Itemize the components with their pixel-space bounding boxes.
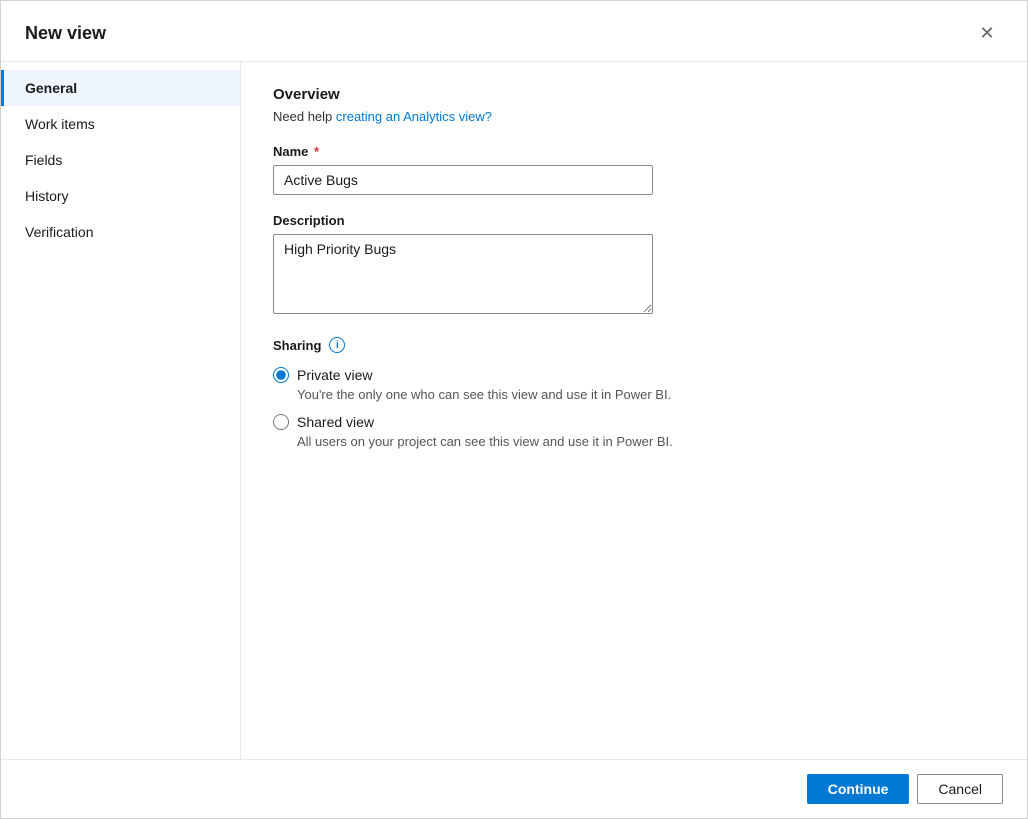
- cancel-button[interactable]: Cancel: [917, 774, 1003, 804]
- continue-button[interactable]: Continue: [807, 774, 910, 804]
- dialog: New view ✕ General Work items Fields His…: [0, 0, 1028, 819]
- dialog-header: New view ✕: [1, 1, 1027, 62]
- dialog-title: New view: [25, 23, 106, 44]
- sidebar-item-fields[interactable]: Fields: [1, 142, 240, 178]
- radio-private[interactable]: [273, 367, 289, 383]
- radio-label-shared[interactable]: Shared view: [297, 414, 374, 430]
- name-label: Name *: [273, 144, 995, 159]
- required-star: *: [310, 144, 319, 159]
- sidebar-item-verification[interactable]: Verification: [1, 214, 240, 250]
- radio-option-private: Private view You're the only one who can…: [273, 367, 995, 402]
- radio-option-shared: Shared view All users on your project ca…: [273, 414, 995, 449]
- overview-title: Overview: [273, 86, 995, 103]
- sharing-section: Sharing i Private view You're the only o…: [273, 337, 995, 449]
- help-link[interactable]: creating an Analytics view?: [336, 109, 492, 124]
- dialog-footer: Continue Cancel: [1, 759, 1027, 818]
- name-input[interactable]: [273, 165, 653, 195]
- sidebar-item-label: History: [25, 188, 69, 204]
- sidebar-item-work-items[interactable]: Work items: [1, 106, 240, 142]
- sidebar-item-label: Fields: [25, 152, 62, 168]
- description-label: Description: [273, 213, 995, 228]
- help-text-prefix: Need help: [273, 109, 336, 124]
- sharing-label-row: Sharing i: [273, 337, 995, 353]
- name-field-group: Name *: [273, 144, 995, 195]
- sidebar-item-general[interactable]: General: [1, 70, 240, 106]
- description-input[interactable]: High Priority Bugs: [273, 234, 653, 314]
- help-text: Need help creating an Analytics view?: [273, 109, 995, 124]
- radio-row-private: Private view: [273, 367, 995, 383]
- sidebar-item-label: General: [25, 80, 77, 96]
- close-button[interactable]: ✕: [971, 17, 1003, 49]
- main-content: Overview Need help creating an Analytics…: [241, 62, 1027, 759]
- close-icon: ✕: [979, 23, 994, 44]
- sidebar-item-history[interactable]: History: [1, 178, 240, 214]
- sidebar-item-label: Verification: [25, 224, 93, 240]
- radio-shared[interactable]: [273, 414, 289, 430]
- sidebar-item-label: Work items: [25, 116, 95, 132]
- description-field-group: Description High Priority Bugs: [273, 213, 995, 319]
- radio-row-shared: Shared view: [273, 414, 995, 430]
- info-icon[interactable]: i: [329, 337, 345, 353]
- radio-description-private: You're the only one who can see this vie…: [297, 387, 995, 402]
- sharing-label: Sharing: [273, 338, 321, 353]
- sidebar: General Work items Fields History Verifi…: [1, 62, 241, 759]
- dialog-body: General Work items Fields History Verifi…: [1, 62, 1027, 759]
- radio-description-shared: All users on your project can see this v…: [297, 434, 995, 449]
- radio-label-private[interactable]: Private view: [297, 367, 372, 383]
